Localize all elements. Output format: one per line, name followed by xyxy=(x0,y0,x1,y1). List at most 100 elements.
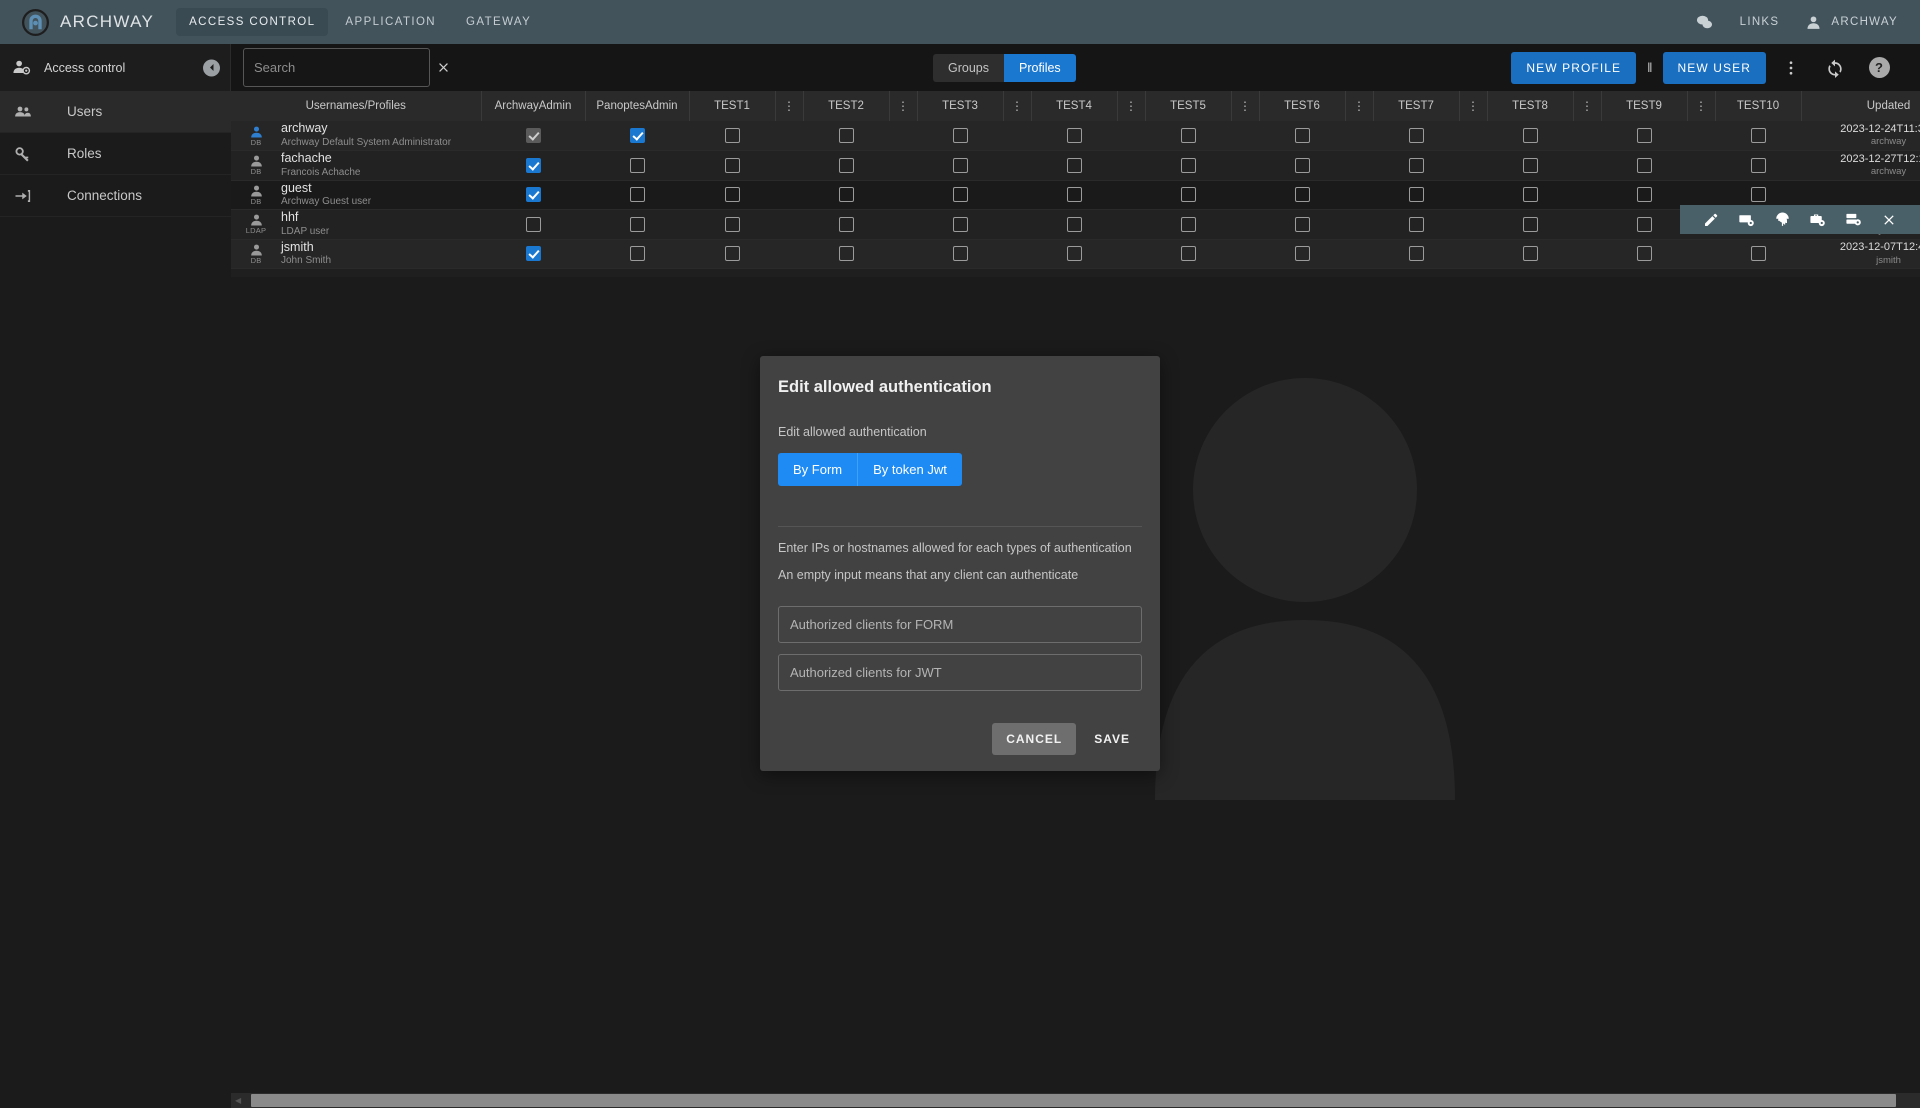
checkbox-test4[interactable] xyxy=(1066,246,1082,262)
cell-test5[interactable] xyxy=(1145,180,1231,210)
toggle-profiles[interactable]: Profiles xyxy=(1004,53,1076,82)
topnav-item-application[interactable]: APPLICATION xyxy=(332,8,449,36)
cell-test7[interactable] xyxy=(1373,180,1459,210)
fingerprint-icon[interactable] xyxy=(1774,211,1791,228)
checkbox-test3[interactable] xyxy=(952,157,968,173)
table-row[interactable]: LDAPhhfLDAP user2023-12-25T14:32Zsystem xyxy=(231,209,1920,240)
more-vertical-icon[interactable]: ⋮ xyxy=(1581,100,1593,112)
checkbox-panoptesadmin[interactable] xyxy=(629,246,645,262)
cell-test6[interactable] xyxy=(1259,150,1345,181)
checkbox-test3[interactable] xyxy=(952,246,968,262)
cell-test3[interactable] xyxy=(917,239,1003,269)
column-menu-test3[interactable]: ⋮ xyxy=(1003,91,1032,121)
checkbox-test6[interactable] xyxy=(1294,157,1310,173)
checkbox-test4[interactable] xyxy=(1066,187,1082,203)
more-vertical-icon[interactable]: ⋮ xyxy=(1011,100,1023,112)
checkbox-test7[interactable] xyxy=(1408,246,1424,262)
table-row[interactable]: DB guest Archway Guest user xyxy=(231,180,1920,210)
cell-test10[interactable] xyxy=(1715,121,1801,151)
topnav-item-gateway[interactable]: GATEWAY xyxy=(453,8,544,36)
scroll-left-arrow-icon[interactable]: ◀ xyxy=(235,1096,241,1105)
column-header-test6[interactable]: TEST6 xyxy=(1259,91,1346,121)
new-profile-button[interactable]: NEW PROFILE xyxy=(1511,51,1637,84)
chevron-left-icon[interactable] xyxy=(203,59,220,76)
column-header-test1[interactable]: TEST1 xyxy=(689,91,776,121)
table-row[interactable]: DB fachache Francois Achache 2023-12-27T12:… xyxy=(231,150,1920,181)
column-header-test8[interactable]: TEST8 xyxy=(1487,91,1574,121)
cell-test1[interactable] xyxy=(689,209,775,240)
cell-test4[interactable] xyxy=(1031,150,1117,181)
checkbox-test8[interactable] xyxy=(1522,216,1538,232)
checkbox-test7[interactable] xyxy=(1408,187,1424,203)
checkbox-test8[interactable] xyxy=(1522,187,1538,203)
search-box[interactable] xyxy=(243,48,448,87)
user-menu-button[interactable]: ARCHWAY xyxy=(1805,14,1898,31)
cell-test7[interactable] xyxy=(1373,150,1459,181)
cell-test2[interactable] xyxy=(803,180,889,210)
sidebar-item-users[interactable]: Users xyxy=(0,91,231,133)
checkbox-test1[interactable] xyxy=(724,127,740,143)
cell-test3[interactable] xyxy=(917,180,1003,210)
checkbox-archwayadmin[interactable] xyxy=(525,187,541,203)
close-icon[interactable] xyxy=(430,60,451,75)
table-row[interactable]: DB archway Archway Default System Administ… xyxy=(231,121,1920,151)
checkbox-test6[interactable] xyxy=(1294,127,1310,143)
checkbox-test1[interactable] xyxy=(724,246,740,262)
cell-test6[interactable] xyxy=(1259,209,1345,240)
cell-test5[interactable] xyxy=(1145,239,1231,269)
checkbox-test4[interactable] xyxy=(1066,216,1082,232)
checkbox-archwayadmin[interactable] xyxy=(525,127,541,143)
auth-type-by-form[interactable]: By Form xyxy=(778,453,859,486)
close-icon[interactable] xyxy=(1881,212,1897,228)
checkbox-test5[interactable] xyxy=(1180,157,1196,173)
column-menu-test4[interactable]: ⋮ xyxy=(1117,91,1146,121)
cell-test8[interactable] xyxy=(1487,209,1573,240)
checkbox-panoptesadmin[interactable] xyxy=(629,216,645,232)
more-vertical-icon[interactable]: ⋮ xyxy=(897,100,909,112)
checkbox-archwayadmin[interactable] xyxy=(525,246,541,262)
checkbox-test8[interactable] xyxy=(1522,157,1538,173)
chat-button[interactable] xyxy=(1695,13,1714,32)
cell-test7[interactable] xyxy=(1373,209,1459,240)
column-menu-test8[interactable]: ⋮ xyxy=(1573,91,1602,121)
cell-test3[interactable] xyxy=(917,121,1003,151)
cell-archwayadmin[interactable] xyxy=(481,150,585,181)
checkbox-test6[interactable] xyxy=(1294,246,1310,262)
server-settings-icon[interactable] xyxy=(1845,211,1862,228)
checkbox-test4[interactable] xyxy=(1066,157,1082,173)
scrollbar-thumb[interactable] xyxy=(251,1094,1896,1107)
column-header-test10[interactable]: TEST10 xyxy=(1715,91,1802,121)
checkbox-archwayadmin[interactable] xyxy=(525,216,541,232)
column-header-test7[interactable]: TEST7 xyxy=(1373,91,1460,121)
cell-test6[interactable] xyxy=(1259,239,1345,269)
checkbox-test9[interactable] xyxy=(1636,157,1652,173)
cell-test10[interactable] xyxy=(1715,239,1801,269)
cell-test2[interactable] xyxy=(803,239,889,269)
authorized-clients-form-input[interactable] xyxy=(778,606,1142,643)
cell-panoptesadmin[interactable] xyxy=(585,209,689,240)
horizontal-scrollbar[interactable]: ◀ xyxy=(231,1093,1920,1108)
checkbox-test10[interactable] xyxy=(1750,127,1766,143)
column-header-test5[interactable]: TEST5 xyxy=(1145,91,1232,121)
checkbox-test5[interactable] xyxy=(1180,216,1196,232)
cell-test1[interactable] xyxy=(689,239,775,269)
cell-panoptesadmin[interactable] xyxy=(585,150,689,181)
save-button[interactable]: SAVE xyxy=(1082,723,1142,755)
more-vertical-icon[interactable]: ⋮ xyxy=(1125,100,1137,112)
checkbox-test2[interactable] xyxy=(838,157,854,173)
checkbox-test9[interactable] xyxy=(1636,187,1652,203)
cell-test2[interactable] xyxy=(803,209,889,240)
cell-test4[interactable] xyxy=(1031,180,1117,210)
links-button[interactable]: LINKS xyxy=(1740,16,1780,28)
pencil-edit-icon[interactable] xyxy=(1703,212,1719,228)
more-vertical-icon[interactable]: ⋮ xyxy=(1695,100,1707,112)
briefcase-settings-icon[interactable] xyxy=(1809,211,1826,228)
checkbox-archwayadmin[interactable] xyxy=(525,157,541,173)
authorized-clients-jwt-input[interactable] xyxy=(778,654,1142,691)
cell-test4[interactable] xyxy=(1031,121,1117,151)
cell-test3[interactable] xyxy=(917,209,1003,240)
cell-panoptesadmin[interactable] xyxy=(585,121,689,151)
cell-test1[interactable] xyxy=(689,121,775,151)
more-vertical-icon[interactable]: ⋮ xyxy=(783,100,795,112)
cell-panoptesadmin[interactable] xyxy=(585,239,689,269)
